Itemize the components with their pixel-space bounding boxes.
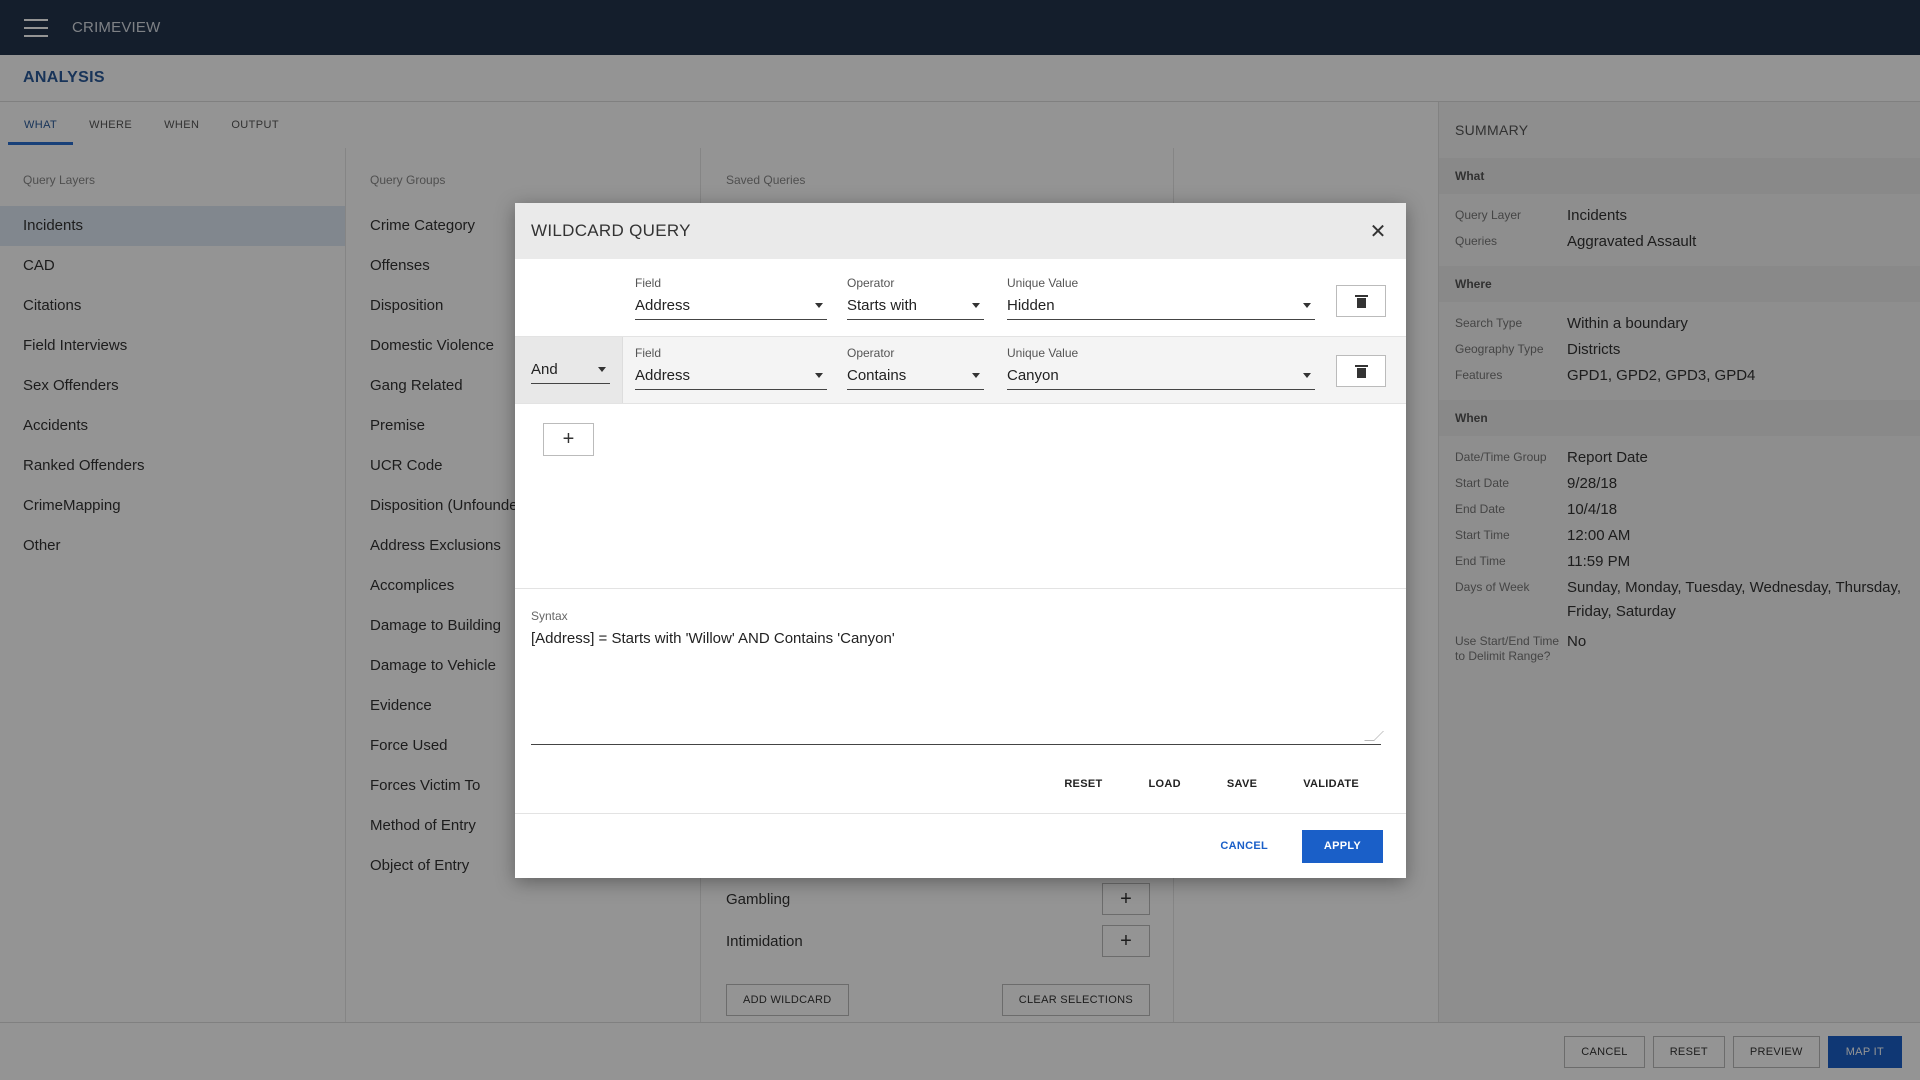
apply-button[interactable]: APPLY (1302, 829, 1383, 863)
unique-value-label: Unique Value (1007, 276, 1079, 290)
unique-value: Canyon (1007, 367, 1059, 384)
load-button[interactable]: LOAD (1130, 769, 1200, 799)
caret-down-icon (1303, 373, 1311, 378)
trash-icon (1354, 364, 1368, 378)
field-select[interactable]: Field Address (635, 276, 827, 320)
operator-select[interactable]: Operator Starts with (847, 276, 984, 320)
trash-icon (1354, 294, 1368, 308)
operator-label: Operator (847, 346, 895, 360)
dialog-cancel-button[interactable]: CANCEL (1204, 830, 1284, 863)
delete-condition-button[interactable] (1336, 285, 1386, 317)
conjunction-value: And (531, 361, 558, 378)
operator-label: Operator (847, 276, 895, 290)
caret-down-icon (972, 303, 980, 308)
query-condition-row: And Field Address Operator Contains Uniq… (515, 336, 1406, 404)
field-select[interactable]: Field Address (635, 346, 827, 390)
operator-select[interactable]: Operator Contains (847, 346, 984, 390)
caret-down-icon (1303, 303, 1311, 308)
caret-down-icon (815, 303, 823, 308)
unique-value: Hidden (1007, 297, 1055, 314)
dialog-title: WILDCARD QUERY (531, 221, 691, 240)
unique-value-label: Unique Value (1007, 346, 1079, 360)
save-button[interactable]: SAVE (1208, 769, 1276, 799)
conjunction-select[interactable]: And (531, 356, 610, 384)
wildcard-query-dialog: WILDCARD QUERY ✕ Field Address Operator … (515, 203, 1406, 878)
reset-syntax-button[interactable]: RESET (1045, 769, 1121, 799)
resize-handle-icon[interactable] (1364, 731, 1384, 741)
query-condition-row: Field Address Operator Starts with Uniqu… (515, 267, 1406, 335)
syntax-section: Syntax [Address] = Starts with 'Willow' … (515, 588, 1406, 745)
caret-down-icon (815, 373, 823, 378)
syntax-textarea[interactable]: [Address] = Starts with 'Willow' AND Con… (531, 625, 1384, 745)
add-condition-button[interactable]: + (543, 423, 594, 456)
field-value: Address (635, 297, 691, 314)
caret-down-icon (598, 367, 606, 372)
caret-down-icon (972, 373, 980, 378)
field-value: Address (635, 367, 691, 384)
dialog-footer: CANCEL APPLY (515, 813, 1406, 878)
syntax-label: Syntax (531, 609, 568, 623)
unique-value-select[interactable]: Unique Value Canyon (1007, 346, 1315, 390)
syntax-value: [Address] = Starts with 'Willow' AND Con… (531, 630, 895, 647)
validate-button[interactable]: VALIDATE (1284, 769, 1378, 799)
field-label: Field (635, 276, 662, 290)
operator-value: Contains (847, 367, 907, 384)
field-label: Field (635, 346, 662, 360)
dialog-header: WILDCARD QUERY ✕ (515, 203, 1406, 259)
conjunction-cell: And (515, 337, 623, 403)
unique-value-select[interactable]: Unique Value Hidden (1007, 276, 1315, 320)
close-icon[interactable]: ✕ (1366, 219, 1390, 244)
delete-condition-button[interactable] (1336, 355, 1386, 387)
operator-value: Starts with (847, 297, 918, 314)
syntax-actions: RESET LOAD SAVE VALIDATE (1045, 769, 1378, 799)
